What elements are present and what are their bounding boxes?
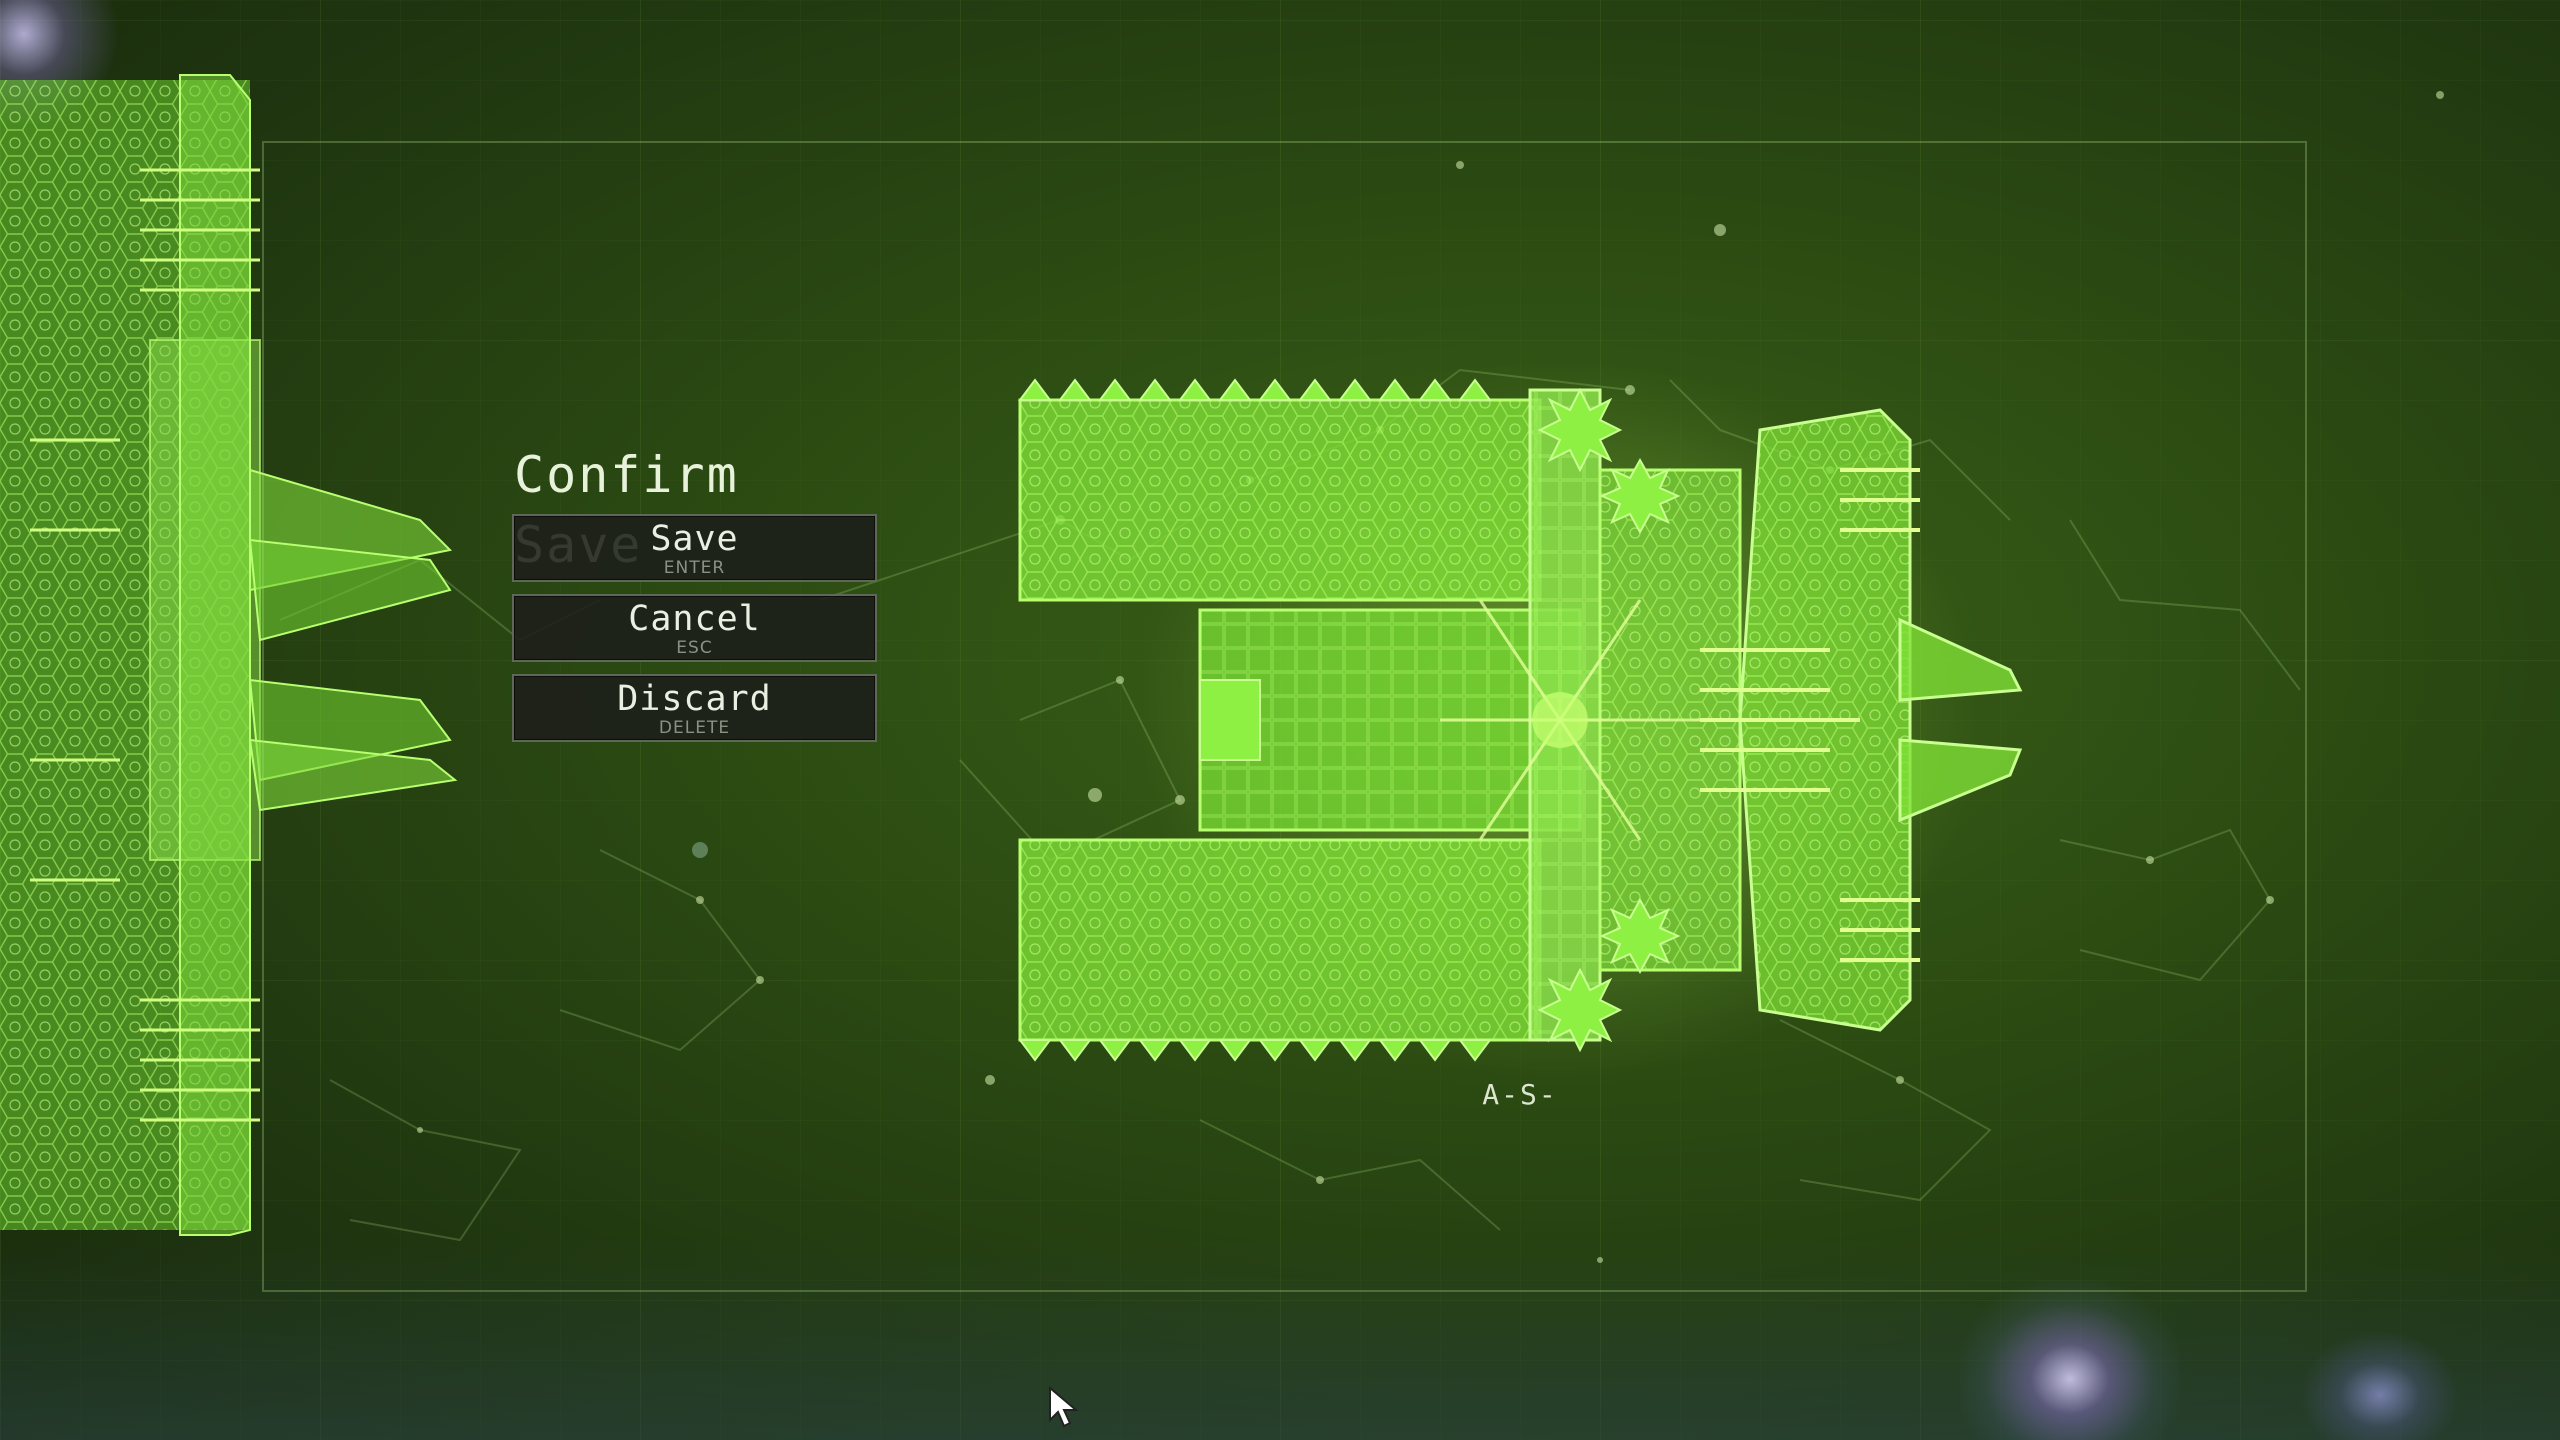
dialog-title: Confirm Save [514, 446, 739, 574]
confirm-save-dialog: Confirm Save Save ENTER Cancel ESC Disca… [512, 440, 877, 742]
ship-name: A-S- [1482, 1078, 1558, 1111]
cancel-hotkey: ESC [676, 638, 713, 658]
game-screen: Confirm Save Save ENTER Cancel ESC Disca… [0, 0, 2560, 1440]
cancel-button[interactable]: Cancel ESC [512, 594, 877, 662]
discard-button-label: Discard [617, 679, 772, 719]
discard-hotkey: DELETE [658, 718, 731, 738]
mouse-cursor-icon [1049, 1386, 1079, 1428]
discard-button[interactable]: Discard DELETE [512, 674, 877, 742]
save-hotkey: ENTER [663, 558, 726, 578]
save-button-label: Save [650, 519, 739, 559]
save-button[interactable]: Save ENTER [512, 514, 877, 582]
cancel-button-label: Cancel [628, 599, 761, 639]
